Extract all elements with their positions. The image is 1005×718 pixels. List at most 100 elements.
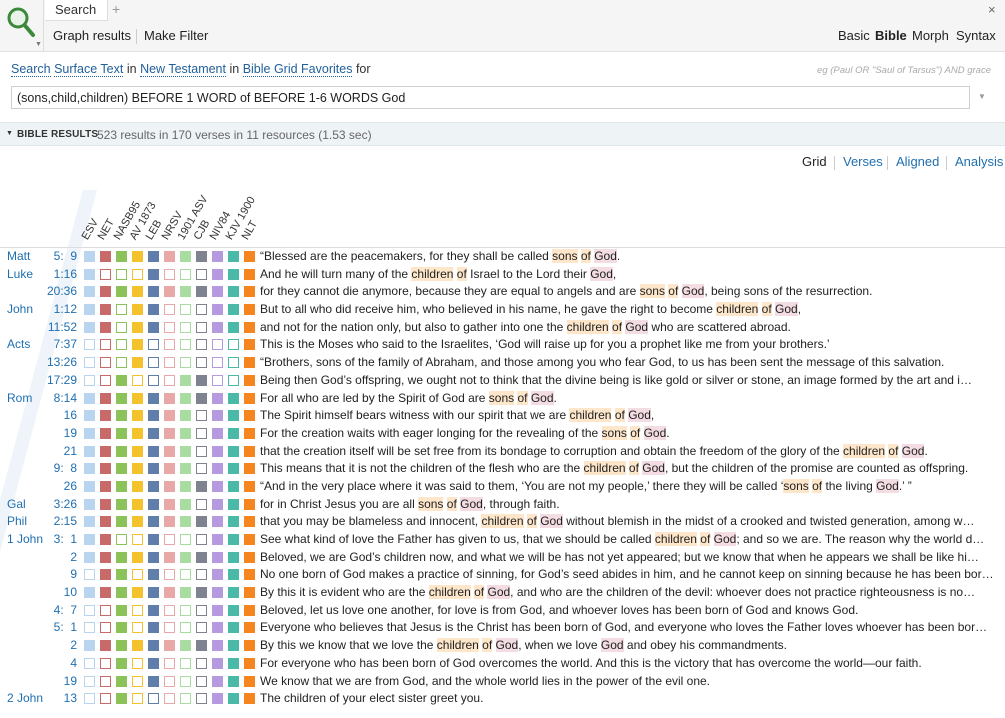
- match-cell[interactable]: [164, 622, 175, 634]
- match-cell[interactable]: [100, 675, 111, 687]
- match-cell[interactable]: [244, 587, 255, 599]
- match-cell[interactable]: [212, 640, 223, 652]
- result-row[interactable]: Acts 7:37 This is the Moses who said to th…: [0, 336, 1005, 354]
- match-cell[interactable]: [228, 427, 239, 439]
- match-cell[interactable]: [180, 516, 191, 528]
- match-cell[interactable]: [84, 480, 95, 492]
- match-cell[interactable]: [164, 569, 175, 581]
- match-cell[interactable]: [100, 392, 111, 404]
- match-cell[interactable]: [244, 445, 255, 457]
- verse-text[interactable]: Beloved, we are God’s children now, and …: [260, 550, 1004, 564]
- match-cell[interactable]: [132, 569, 143, 581]
- match-cell[interactable]: [84, 569, 95, 581]
- match-cell[interactable]: [116, 587, 127, 599]
- match-cell[interactable]: [212, 516, 223, 528]
- match-cell[interactable]: [132, 268, 143, 280]
- match-cell[interactable]: [164, 445, 175, 457]
- match-cell[interactable]: [84, 498, 95, 510]
- verse-reference[interactable]: 26: [64, 479, 77, 493]
- verse-text[interactable]: By this it is evident who are the childr…: [260, 585, 1004, 600]
- match-cell[interactable]: [116, 251, 127, 262]
- match-cell[interactable]: [196, 286, 207, 298]
- match-cell[interactable]: [148, 569, 159, 581]
- match-cell[interactable]: [244, 463, 255, 475]
- search-scope-link[interactable]: Surface Text: [54, 62, 124, 77]
- match-cell[interactable]: [100, 445, 111, 457]
- match-cell[interactable]: [164, 374, 175, 386]
- match-cell[interactable]: [84, 640, 95, 652]
- match-cell[interactable]: [244, 534, 255, 545]
- match-cell[interactable]: [132, 410, 143, 422]
- match-cell[interactable]: [100, 534, 111, 545]
- match-cell[interactable]: [116, 480, 127, 492]
- result-row[interactable]: 2 By this we know that we love the childr…: [0, 637, 1005, 655]
- result-row[interactable]: 17:29 Being then God’s offspring, we ough…: [0, 372, 1005, 390]
- match-cell[interactable]: [148, 516, 159, 528]
- match-cell[interactable]: [212, 357, 223, 369]
- match-cell[interactable]: [196, 304, 207, 316]
- verse-text[interactable]: The Spirit himself bears witness with ou…: [260, 408, 1004, 423]
- match-cell[interactable]: [212, 675, 223, 687]
- match-cell[interactable]: [148, 357, 159, 369]
- match-cell[interactable]: [148, 534, 159, 545]
- match-cell[interactable]: [164, 410, 175, 422]
- match-cell[interactable]: [228, 675, 239, 687]
- result-row[interactable]: 9: 8 This means that it is not the childr…: [0, 460, 1005, 478]
- match-cell[interactable]: [180, 534, 191, 545]
- match-cell[interactable]: [116, 463, 127, 475]
- verse-text[interactable]: But to all who did receive him, who beli…: [260, 302, 1004, 317]
- result-row[interactable]: 13:26 “Brothers, sons of the family of Ab…: [0, 354, 1005, 372]
- match-cell[interactable]: [116, 357, 127, 369]
- match-cell[interactable]: [212, 251, 223, 262]
- match-cell[interactable]: [100, 321, 111, 333]
- match-cell[interactable]: [212, 587, 223, 599]
- match-cell[interactable]: [196, 427, 207, 439]
- chevron-down-icon[interactable]: ▼: [35, 41, 42, 48]
- verse-reference[interactable]: 4: [70, 656, 77, 670]
- book-label[interactable]: 1 John: [7, 532, 43, 546]
- book-label[interactable]: 2 John: [7, 691, 43, 705]
- match-cell[interactable]: [228, 622, 239, 634]
- match-cell[interactable]: [132, 551, 143, 563]
- match-cell[interactable]: [100, 693, 111, 705]
- match-cell[interactable]: [164, 463, 175, 475]
- match-cell[interactable]: [116, 569, 127, 581]
- match-cell[interactable]: [84, 516, 95, 528]
- match-cell[interactable]: [196, 516, 207, 528]
- match-cell[interactable]: [84, 251, 95, 262]
- match-cell[interactable]: [196, 534, 207, 545]
- match-cell[interactable]: [148, 268, 159, 280]
- match-cell[interactable]: [180, 357, 191, 369]
- match-cell[interactable]: [100, 463, 111, 475]
- match-cell[interactable]: [164, 516, 175, 528]
- match-cell[interactable]: [212, 410, 223, 422]
- match-cell[interactable]: [132, 534, 143, 545]
- verse-reference[interactable]: 19: [64, 426, 77, 440]
- match-cell[interactable]: [180, 410, 191, 422]
- collection-link[interactable]: Bible Grid Favorites: [242, 62, 353, 77]
- match-cell[interactable]: [84, 427, 95, 439]
- match-cell[interactable]: [196, 463, 207, 475]
- results-title[interactable]: BIBLE RESULTS: [17, 129, 98, 140]
- match-cell[interactable]: [244, 622, 255, 634]
- verse-reference[interactable]: 9: [70, 567, 77, 581]
- match-cell[interactable]: [116, 286, 127, 298]
- match-cell[interactable]: [228, 498, 239, 510]
- match-cell[interactable]: [228, 587, 239, 599]
- match-cell[interactable]: [244, 675, 255, 687]
- match-cell[interactable]: [244, 551, 255, 563]
- match-cell[interactable]: [196, 604, 207, 616]
- match-cell[interactable]: [84, 374, 95, 386]
- result-row[interactable]: 10 By this it is evident who are the chil…: [0, 584, 1005, 602]
- match-cell[interactable]: [196, 498, 207, 510]
- result-row[interactable]: 2 Beloved, we are God’s children now, and…: [0, 549, 1005, 567]
- match-cell[interactable]: [132, 516, 143, 528]
- match-cell[interactable]: [244, 339, 255, 351]
- match-cell[interactable]: [148, 463, 159, 475]
- match-cell[interactable]: [212, 463, 223, 475]
- match-cell[interactable]: [196, 392, 207, 404]
- match-cell[interactable]: [84, 463, 95, 475]
- match-cell[interactable]: [84, 304, 95, 316]
- match-cell[interactable]: [164, 357, 175, 369]
- verse-reference[interactable]: 2: [70, 638, 77, 652]
